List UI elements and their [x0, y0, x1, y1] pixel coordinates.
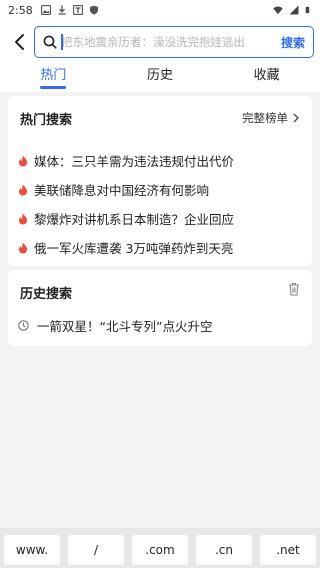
text-notification-icon	[72, 5, 83, 15]
key-www[interactable]: www.	[4, 535, 60, 565]
signal-icon	[289, 5, 299, 15]
hot-search-item[interactable]: 俄一军火库遭袭 3万吨弹药炸到天亮	[18, 233, 302, 262]
key-net[interactable]: .net	[260, 535, 316, 565]
download-notification-icon	[58, 5, 66, 15]
tab-history[interactable]: 历史	[107, 64, 214, 92]
hot-search-list: 媒体：三只羊需为违法违规付出代价 美联储降息对中国经济有何影响 黎爆炸对讲机系日…	[18, 146, 302, 262]
hot-search-text: 美联储降息对中国经济有何影响	[34, 183, 210, 198]
url-shortcut-bar: www. / .com .cn .net	[0, 528, 320, 568]
hot-search-card: 热门搜索 完整榜单 媒体：三只羊需为违法违规付出代价 美联储降息对中国经济有何影…	[8, 96, 312, 266]
back-arrow-icon[interactable]	[10, 31, 30, 53]
hot-search-item[interactable]: 媒体：三只羊需为违法违规付出代价	[18, 146, 302, 175]
gallery-notification-icon	[40, 5, 51, 15]
search-input[interactable]	[61, 33, 261, 51]
full-list-link[interactable]: 完整榜单	[242, 110, 300, 126]
trash-icon[interactable]	[288, 282, 300, 296]
shield-notification-icon	[89, 5, 98, 15]
search-header: 搜索	[0, 20, 320, 64]
search-button[interactable]: 搜索	[281, 34, 305, 51]
status-time: 2:58	[8, 3, 33, 17]
history-title: 历史搜索	[20, 287, 73, 302]
history-card: 历史搜索 一箭双星！“北斗专列”点火升空	[8, 270, 312, 346]
key-slash[interactable]: /	[68, 535, 124, 565]
hot-search-title: 热门搜索	[20, 113, 73, 128]
text-cursor	[61, 34, 63, 50]
hot-search-text: 俄一军火库遭袭 3万吨弹药炸到天亮	[34, 241, 234, 256]
clock-icon	[18, 320, 29, 331]
flame-icon	[19, 184, 27, 195]
flame-icon	[19, 242, 27, 253]
key-com[interactable]: .com	[132, 535, 188, 565]
history-item-text: 一箭双星！“北斗专列”点火升空	[37, 319, 213, 334]
chevron-right-icon	[293, 113, 299, 123]
full-list-label: 完整榜单	[242, 111, 288, 125]
tab-favorites[interactable]: 收藏	[213, 64, 320, 92]
hot-search-text: 媒体：三只羊需为违法违规付出代价	[34, 154, 235, 169]
status-bar: 2:58	[0, 0, 320, 20]
search-icon	[43, 35, 57, 49]
hot-search-text: 黎爆炸对讲机系日本制造？企业回应	[34, 212, 235, 227]
flame-icon	[19, 155, 27, 166]
battery-icon	[305, 6, 310, 14]
tab-hot[interactable]: 热门	[0, 64, 107, 92]
hot-search-item[interactable]: 美联储降息对中国经济有何影响	[18, 175, 302, 204]
flame-icon	[19, 213, 27, 224]
key-cn[interactable]: .cn	[196, 535, 252, 565]
tab-bar: 热门 历史 收藏	[0, 64, 320, 92]
wifi-icon	[273, 6, 283, 15]
hot-search-item[interactable]: 黎爆炸对讲机系日本制造？企业回应	[18, 204, 302, 233]
history-item[interactable]: 一箭双星！“北斗专列”点火升空	[18, 316, 212, 335]
search-box[interactable]: 搜索	[34, 26, 314, 58]
